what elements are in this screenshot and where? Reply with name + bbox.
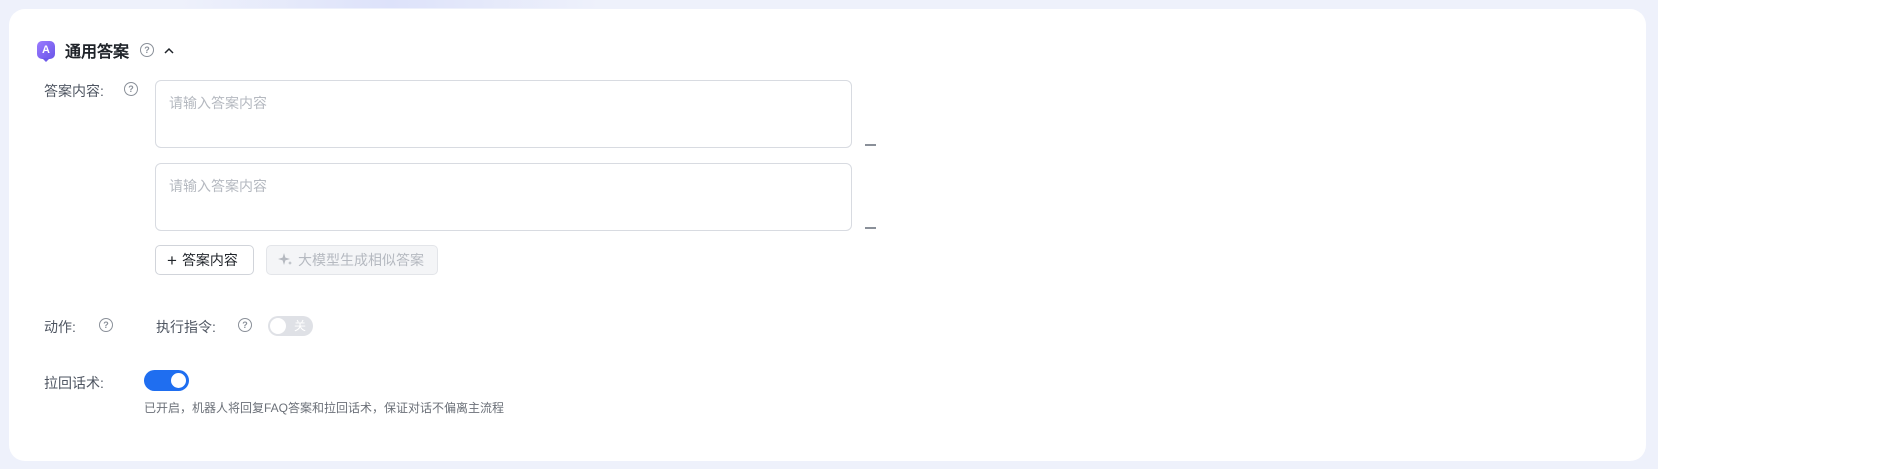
ai-generate-label: 大模型生成相似答案	[298, 252, 424, 268]
chevron-up-icon[interactable]	[164, 47, 174, 54]
plus-icon: +	[167, 250, 177, 270]
section-title: 通用答案	[65, 44, 130, 61]
section-header: A 通用答案 ?	[37, 38, 174, 62]
background-glow	[180, 0, 600, 8]
exec-command-label: 执行指令:	[156, 319, 216, 335]
answer-input-1[interactable]: 请输入答案内容	[155, 80, 852, 148]
ai-generate-button[interactable]: 大模型生成相似答案	[266, 245, 438, 275]
toggle-knob	[270, 318, 286, 334]
remove-answer-1-icon[interactable]	[865, 144, 876, 146]
answer-config-card	[9, 9, 1646, 461]
answer-help-icon[interactable]: ?	[124, 82, 138, 96]
answer-badge-icon: A	[37, 41, 55, 62]
action-label: 动作:	[44, 319, 76, 335]
answer-content-label: 答案内容:	[44, 83, 104, 99]
action-help-icon[interactable]: ?	[99, 318, 113, 332]
sparkle-icon	[278, 252, 292, 269]
right-panel	[1658, 0, 1877, 469]
pullback-label: 拉回话术:	[44, 375, 104, 391]
remove-answer-2-icon[interactable]	[865, 227, 876, 229]
toggle-knob	[171, 373, 186, 388]
add-answer-label: 答案内容	[181, 252, 238, 268]
answer-input-2[interactable]: 请输入答案内容	[155, 163, 852, 231]
exec-help-icon[interactable]: ?	[238, 318, 252, 332]
question-circle-icon[interactable]: ?	[140, 43, 155, 57]
exec-command-toggle[interactable]: 关	[268, 316, 313, 336]
add-answer-button[interactable]: + 答案内容	[155, 245, 254, 275]
pullback-toggle[interactable]	[144, 370, 189, 391]
toggle-state-text: 关	[293, 319, 306, 333]
pullback-hint: 已开启，机器人将回复FAQ答案和拉回话术，保证对话不偏离主流程	[144, 401, 505, 415]
